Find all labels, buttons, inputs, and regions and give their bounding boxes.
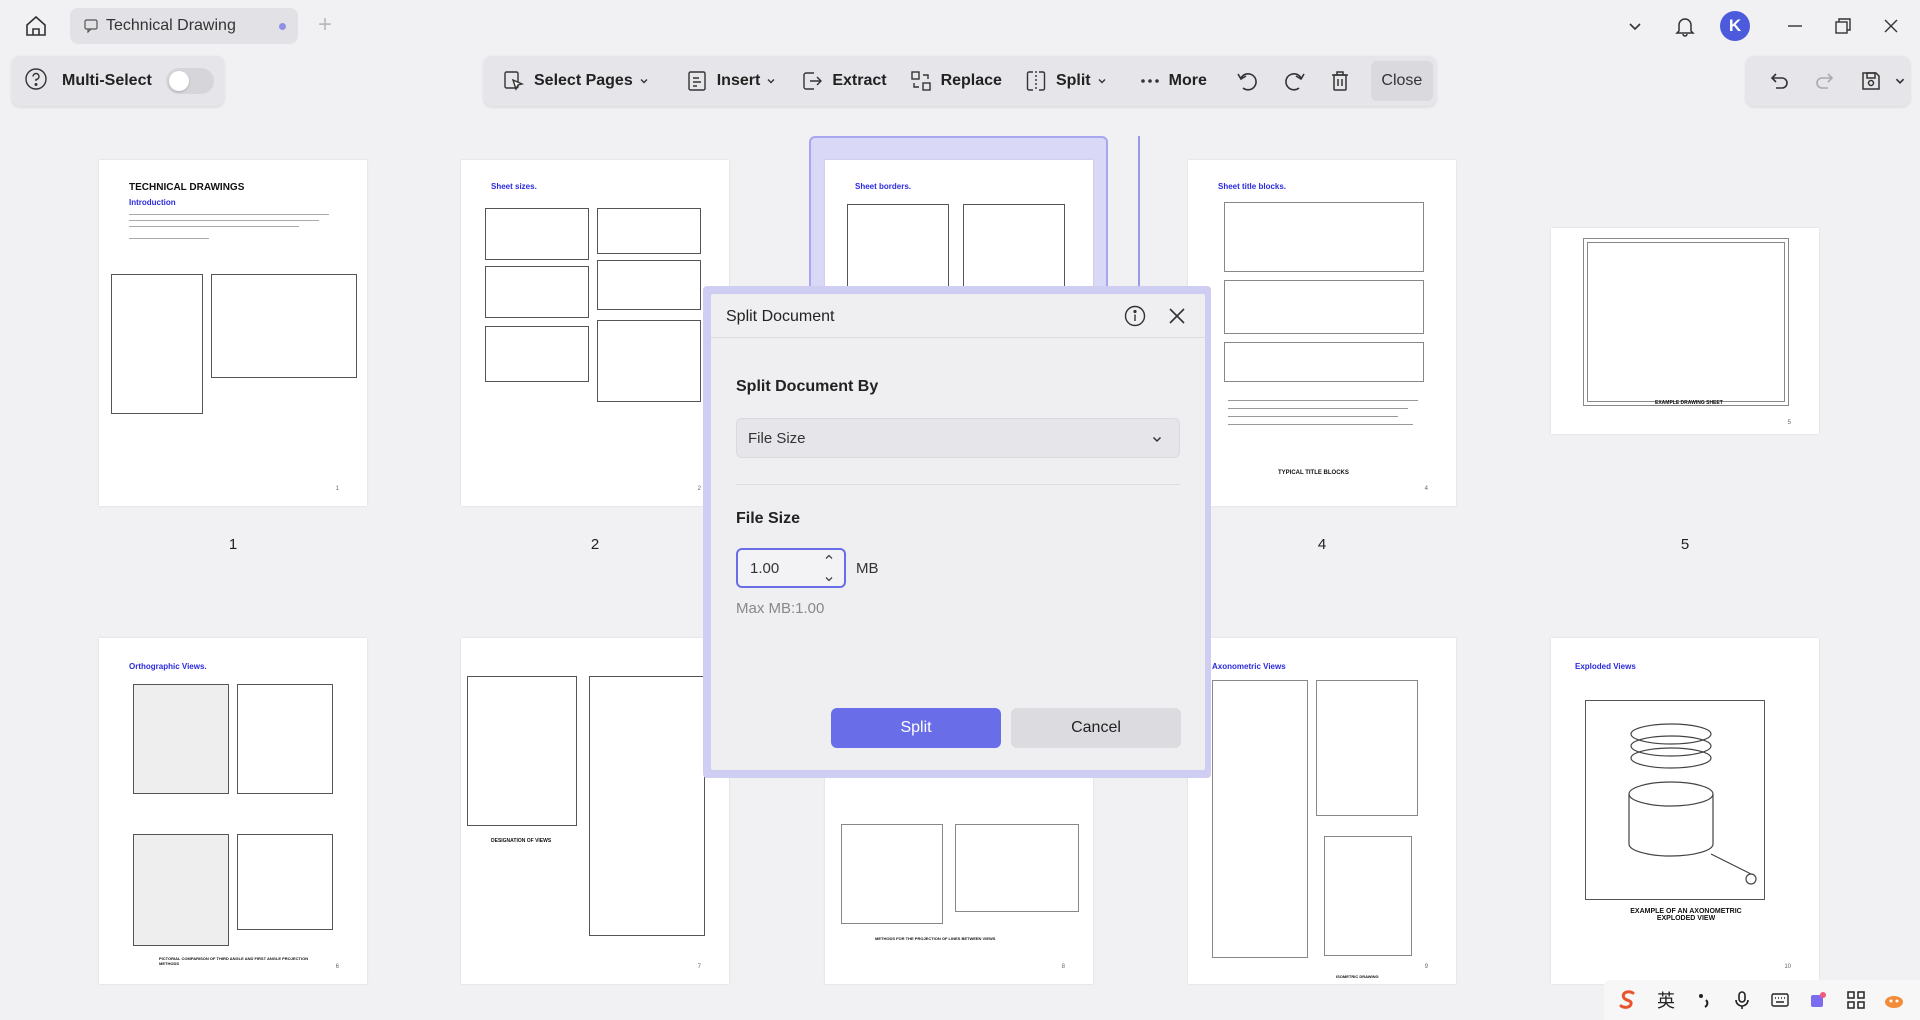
- language-toggle[interactable]: 英: [1652, 986, 1680, 1014]
- extract-button[interactable]: Extract: [792, 61, 894, 101]
- chevron-down-icon[interactable]: [1894, 75, 1906, 87]
- add-tab-button[interactable]: +: [312, 12, 338, 40]
- page-thumbnail[interactable]: EXAMPLE DRAWING SHEET 5: [1551, 228, 1819, 434]
- page-label: 1: [228, 536, 238, 553]
- close-button[interactable]: Close: [1370, 61, 1433, 101]
- extract-icon: [803, 72, 823, 90]
- rotate-left-icon[interactable]: [1225, 61, 1271, 101]
- chevron-down-icon: [1152, 436, 1162, 443]
- page-thumbnail[interactable]: Sheet title blocks. TYPICAL TITLE BLOCKS…: [1188, 160, 1456, 506]
- help-icon[interactable]: [24, 67, 48, 96]
- piston-drawing: [1628, 723, 1757, 885]
- page-toolbar: Select Pages Insert Extract Replace Spli…: [484, 56, 1436, 106]
- chevron-down-icon[interactable]: [1620, 12, 1650, 40]
- redo-icon[interactable]: [1802, 61, 1848, 101]
- info-icon[interactable]: [1123, 304, 1147, 328]
- dialog-title: Split Document: [726, 308, 835, 325]
- chevron-down-icon: [640, 79, 648, 84]
- max-size-hint: Max MB:1.00: [736, 600, 825, 617]
- multi-select-label: Multi-Select: [62, 72, 152, 89]
- replace-button[interactable]: Replace: [901, 61, 1010, 101]
- page-label: 2: [590, 536, 600, 553]
- file-size-stepper[interactable]: [819, 552, 839, 584]
- undo-icon[interactable]: [1756, 61, 1802, 101]
- keyboard-icon[interactable]: [1766, 986, 1794, 1014]
- tab-title: Technical Drawing: [106, 17, 236, 34]
- rotate-right-icon[interactable]: [1271, 61, 1317, 101]
- split-by-label: Split Document By: [736, 378, 879, 395]
- file-size-label: File Size: [736, 510, 801, 527]
- chevron-up-icon[interactable]: [824, 552, 834, 562]
- replace-icon: [910, 71, 931, 91]
- microphone-icon[interactable]: [1728, 986, 1756, 1014]
- comment-icon: [84, 19, 98, 33]
- split-icon: [1026, 71, 1046, 91]
- more-icon: [1140, 79, 1159, 83]
- sogou-logo-icon[interactable]: [1614, 986, 1642, 1014]
- page-label: 5: [1680, 536, 1690, 553]
- history-panel: [1746, 56, 1910, 106]
- bell-icon[interactable]: [1670, 12, 1700, 40]
- split-by-value: File Size: [748, 429, 806, 447]
- home-icon[interactable]: [20, 12, 52, 40]
- page-thumbnail[interactable]: DESIGNATION OF VIEWS 7: [461, 638, 729, 984]
- toolbox-icon[interactable]: [1842, 986, 1870, 1014]
- split-button[interactable]: Split: [1016, 61, 1115, 101]
- dialog-header: Split Document: [711, 294, 1205, 338]
- multi-select-toggle[interactable]: [165, 68, 214, 94]
- delete-icon[interactable]: [1317, 61, 1363, 101]
- avatar[interactable]: K: [1720, 11, 1750, 41]
- title-bar: Technical Drawing + K: [0, 0, 1920, 52]
- chevron-down-icon: [767, 79, 775, 84]
- punctuation-icon[interactable]: [1690, 986, 1718, 1014]
- skin-icon[interactable]: [1804, 986, 1832, 1014]
- select-pages-button[interactable]: Select Pages: [494, 61, 657, 101]
- insertion-marker: [1138, 136, 1140, 296]
- page-thumbnail[interactable]: Orthographic Views. PICTORIAL COMPARISON…: [99, 638, 367, 984]
- page-thumbnail[interactable]: Axonometric Views ISOMETRIC DRAWING 9: [1188, 638, 1456, 984]
- split-by-select[interactable]: File Size: [736, 418, 1180, 458]
- select-pages-icon: [504, 71, 525, 91]
- insert-icon: [688, 71, 706, 91]
- unit-label: MB: [856, 560, 879, 577]
- page-thumbnail[interactable]: Exploded Views EXAMPLE OF AN AXONOMETRIC…: [1551, 638, 1819, 984]
- minimize-icon[interactable]: [1780, 12, 1810, 40]
- chevron-down-icon[interactable]: [824, 574, 834, 584]
- unsaved-dot: [279, 23, 286, 30]
- chevron-down-icon: [1098, 79, 1106, 84]
- split-document-dialog: Split Document Split Document By File Si…: [711, 294, 1205, 770]
- close-icon[interactable]: [1165, 304, 1189, 328]
- save-icon[interactable]: [1848, 61, 1894, 101]
- page-label: 4: [1317, 536, 1327, 553]
- ime-toolbar: 英: [1604, 980, 1920, 1020]
- page-thumbnail[interactable]: TECHNICAL DRAWINGS Introduction 1: [99, 160, 367, 506]
- mascot-icon[interactable]: [1880, 986, 1908, 1014]
- split-confirm-button[interactable]: Split: [831, 708, 1001, 748]
- insert-button[interactable]: Insert: [677, 61, 785, 101]
- multi-select-panel: Multi-Select: [12, 56, 224, 106]
- restore-icon[interactable]: [1828, 12, 1858, 40]
- document-tab[interactable]: Technical Drawing: [70, 8, 298, 44]
- cancel-button[interactable]: Cancel: [1011, 708, 1181, 748]
- close-window-icon[interactable]: [1876, 12, 1906, 40]
- more-button[interactable]: More: [1131, 61, 1215, 101]
- divider: [736, 484, 1180, 485]
- page-thumbnail[interactable]: Sheet sizes. 2: [461, 160, 729, 506]
